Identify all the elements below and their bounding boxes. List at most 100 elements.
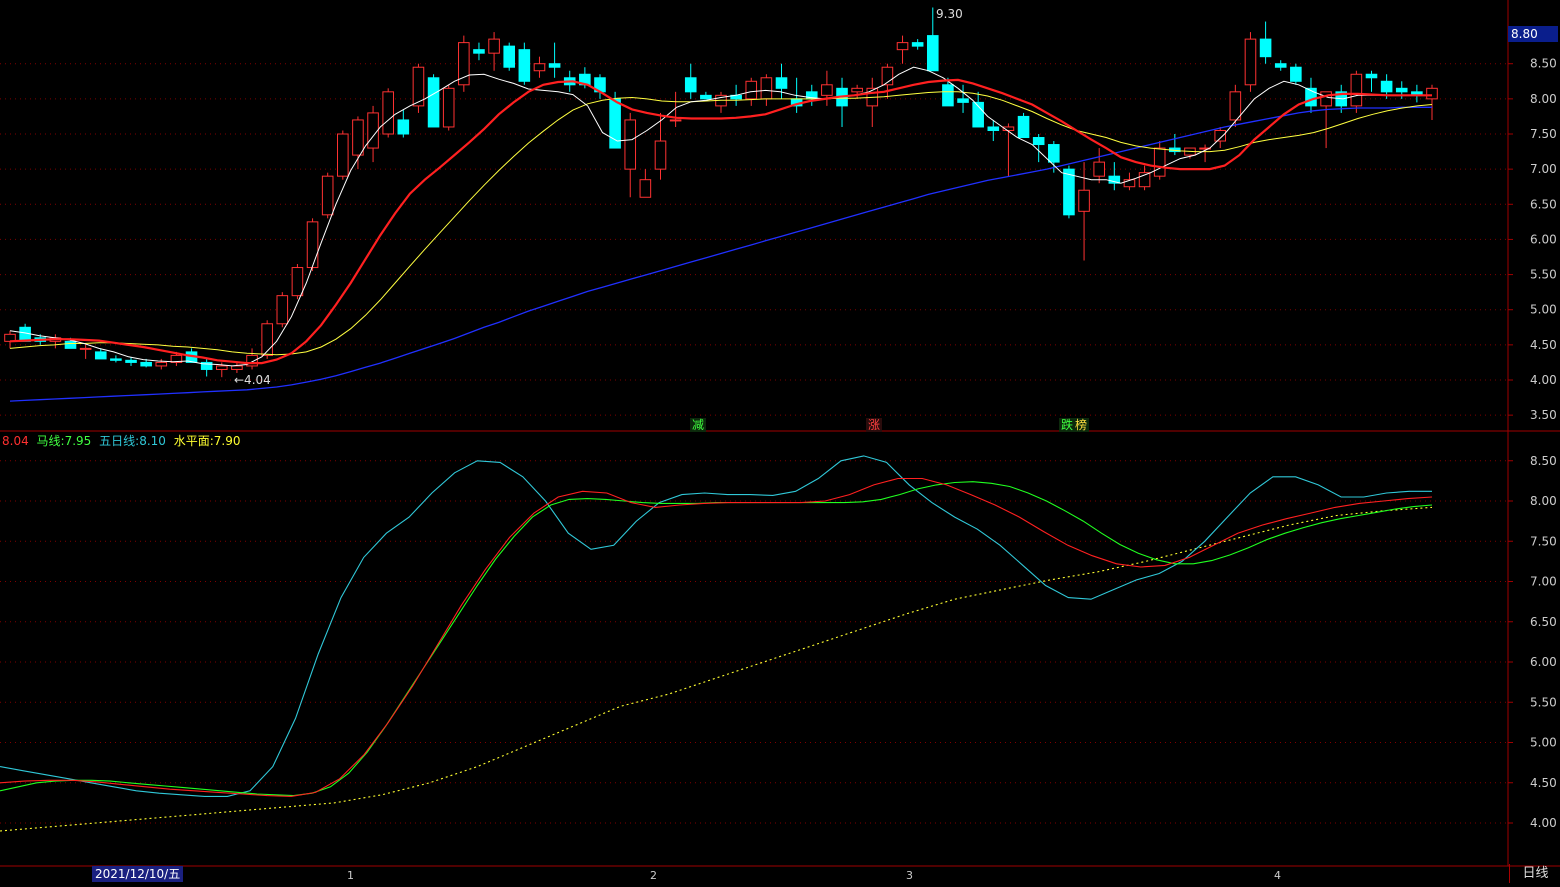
price-tick-label: 3.50 [1530, 408, 1557, 422]
high-annotation: 9.30 [936, 7, 963, 21]
candle-down [1017, 115, 1030, 139]
candle-down [1048, 144, 1060, 163]
candle-down [19, 326, 31, 342]
legend-lv-label: 水平面: [173, 434, 214, 448]
legend-wr-value: 8.10 [139, 434, 166, 448]
candle-up [306, 221, 319, 269]
candle-up [231, 365, 243, 370]
indicator-axis-ticks: 8.50 8.00 7.50 7.00 6.50 6.00 5.50 5.00 4.50 4.00 [1508, 454, 1557, 830]
candle-up [639, 179, 652, 198]
candle-up [352, 119, 364, 156]
red-indicator-line [0, 477, 1433, 797]
price-tick-label: 5.50 [1530, 268, 1557, 282]
candle-up [442, 87, 455, 128]
ma10-line [9, 78, 1432, 365]
candle-up [624, 119, 637, 170]
candle-down [64, 340, 77, 349]
candle-up [745, 80, 758, 100]
candle-up [1320, 91, 1332, 107]
candle-up [1214, 129, 1227, 142]
price-tick-label: 8.00 [1530, 92, 1557, 106]
indicator-tick-label: 5.50 [1530, 695, 1557, 709]
price-tick-label: 7.00 [1530, 162, 1557, 176]
candle-up [1153, 147, 1166, 177]
signal-4: 榜 [1075, 417, 1087, 432]
candle-up [367, 112, 379, 149]
legend-lv-value: 7.90 [213, 434, 241, 448]
signal-1: 减 [692, 418, 704, 432]
indicator-tick-label: 6.50 [1530, 615, 1557, 629]
candle-down [1274, 63, 1287, 68]
price-tick-label: 6.50 [1530, 197, 1557, 211]
candle-up [1244, 38, 1257, 86]
candle-up [533, 63, 546, 72]
price-tick-label: 4.50 [1530, 338, 1557, 352]
candle-down [1380, 80, 1393, 93]
candle-down [684, 77, 697, 93]
indicator-tick-label: 7.50 [1530, 534, 1557, 548]
candle-up [1350, 73, 1363, 107]
legend-ma-label: 马线: [36, 434, 65, 448]
candle-down [1365, 73, 1378, 79]
candle-up [488, 38, 500, 54]
candle-down [548, 63, 561, 68]
legend-first-value: 8.04 [2, 434, 29, 448]
period-button[interactable]: 日线 [1509, 864, 1560, 883]
signal-2: 涨 [868, 417, 880, 432]
ma-line [0, 481, 1433, 797]
month-label-2: 2 [650, 869, 657, 882]
candle-up [1426, 87, 1438, 100]
price-tick-label: 5.00 [1530, 303, 1557, 317]
candle-up [155, 361, 168, 367]
indicator-legend: 8.04 马线:7.95 五日线:8.10 水平面:7.90 [2, 432, 245, 449]
candle-up [321, 175, 334, 216]
price-axis-ticks: 8.50 8.00 7.50 7.00 6.50 6.00 5.50 5.00 4.50 4.00… [1508, 57, 1557, 422]
cursor-date-box: 2021/12/10/五 [92, 866, 184, 882]
candle-down [775, 77, 788, 89]
candle-down [987, 126, 1000, 131]
five-day-line [0, 455, 1432, 797]
low-annotation: ←4.04 [234, 373, 271, 387]
candle-down [94, 351, 107, 360]
price-tick-label: 4.00 [1530, 373, 1557, 387]
indicator-pane[interactable] [0, 455, 1433, 832]
candle-down [397, 119, 410, 135]
indicator-tick-label: 8.50 [1530, 454, 1557, 468]
candle-up [896, 42, 909, 51]
candle-down [125, 359, 137, 363]
month-label-4: 4 [1274, 869, 1281, 882]
indicator-tick-label: 5.00 [1530, 736, 1557, 750]
candle-up [760, 77, 773, 100]
candle-down [140, 361, 152, 367]
candle-down [473, 49, 485, 54]
candle-down [911, 42, 924, 47]
candle-down [1290, 66, 1302, 82]
candle-up [1229, 91, 1242, 121]
candle-up [337, 133, 349, 177]
candle-up [851, 87, 863, 93]
candle-down [957, 98, 969, 103]
candle-up [1078, 189, 1090, 212]
ma60-line [9, 106, 1432, 402]
month-label-3: 3 [906, 869, 913, 882]
legend-ma-value: 7.95 [64, 434, 92, 448]
candle-up [291, 267, 304, 297]
candle-up [669, 119, 682, 122]
candle-down [518, 49, 531, 82]
legend-wr-label: 五日线: [99, 434, 140, 448]
chart-stage: 8.50 8.00 7.50 7.00 6.50 6.00 5.50 5.00 4.50 4.00… [0, 0, 1560, 883]
candle-down [1032, 137, 1045, 146]
current-price-tag: 8.80 [1508, 26, 1558, 42]
indicator-tick-label: 4.00 [1530, 816, 1557, 830]
candle-up [654, 140, 667, 170]
indicator-tick-label: 8.00 [1530, 494, 1557, 508]
month-label-1: 1 [347, 869, 354, 882]
candle-up [215, 365, 228, 370]
candle-down [1395, 87, 1408, 93]
candle-up [821, 84, 833, 96]
indicator-tick-label: 4.50 [1530, 776, 1557, 790]
indicator-tick-label: 7.00 [1530, 575, 1557, 589]
candle-down [1063, 168, 1075, 216]
signal-3: 跌 [1061, 417, 1073, 432]
candle-up [79, 347, 92, 350]
